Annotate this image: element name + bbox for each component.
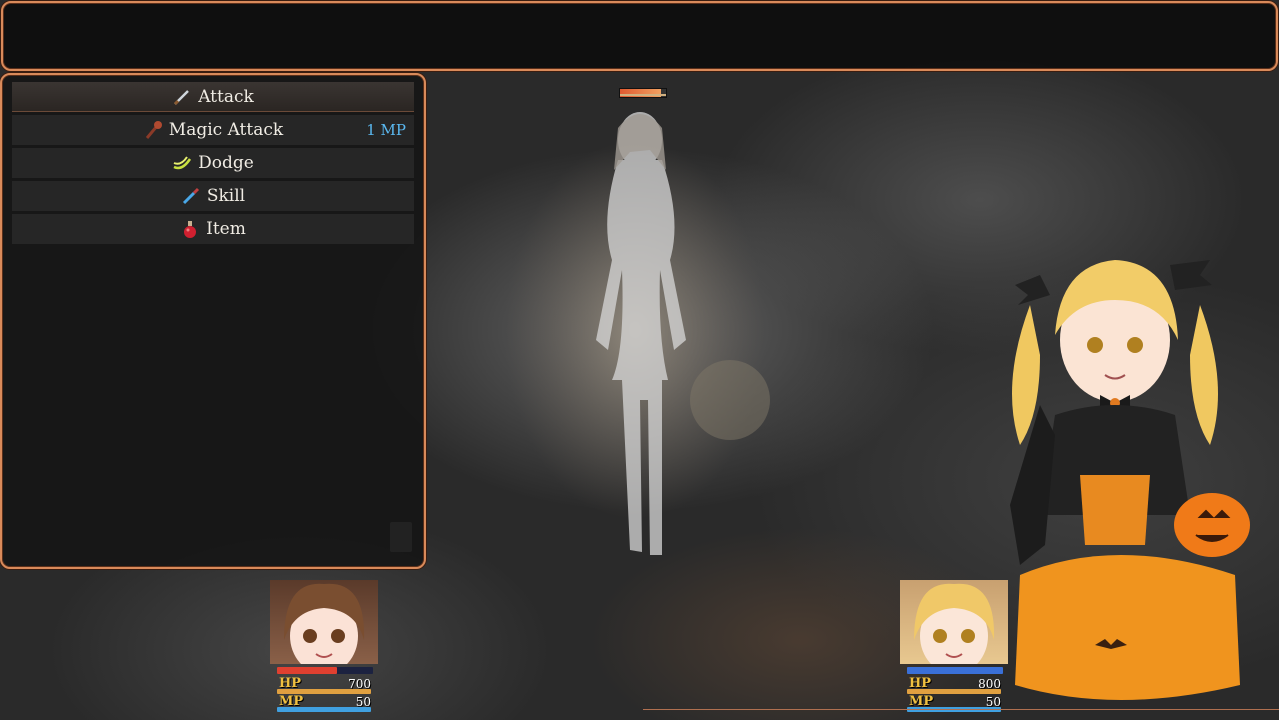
heroine-portrait xyxy=(1010,260,1250,700)
sword-icon xyxy=(174,90,190,106)
bat-wing-left xyxy=(1015,275,1050,305)
party-member-2-top-bar xyxy=(907,667,1003,674)
party-member-2-mp: 50 xyxy=(985,695,1001,709)
ghost-smoke-head xyxy=(690,360,770,440)
ghost-enemy-sprite[interactable] xyxy=(500,100,770,570)
command-skill-label: Skill xyxy=(206,186,246,206)
command-dodge[interactable]: Dodge xyxy=(12,148,414,178)
heroine-eye-left xyxy=(1087,337,1103,353)
brunette-portrait xyxy=(284,583,365,664)
red-potion-icon xyxy=(184,221,197,238)
bat-wing-right xyxy=(1170,260,1212,290)
blonde-portrait xyxy=(914,583,995,664)
party-member-1-top-bar xyxy=(277,667,373,674)
party-member-1-face xyxy=(270,580,378,664)
party-member-2-face xyxy=(900,580,1008,664)
party-member-2-hp: 800 xyxy=(978,677,1001,691)
hair-right-tail xyxy=(1190,305,1218,445)
command-magic-attack[interactable]: Magic Attack 1 MP xyxy=(12,115,414,145)
command-item[interactable]: Item xyxy=(12,214,414,244)
command-dodge-label: Dodge xyxy=(198,153,254,173)
heroine-corset xyxy=(1080,475,1150,545)
pumpkin-bucket xyxy=(1174,493,1250,557)
potion-dropper-icon xyxy=(182,187,199,205)
command-item-label: Item xyxy=(206,219,246,239)
command-skill[interactable]: Skill xyxy=(12,181,414,211)
scroll-indicator xyxy=(390,522,412,552)
wind-icon xyxy=(173,156,192,170)
enemy-hp-gauge xyxy=(619,88,667,98)
party-member-1-hp: 700 xyxy=(348,677,371,691)
party-member-1-mp: 50 xyxy=(355,695,371,709)
status-divider xyxy=(643,709,1279,710)
party-member-1-top-bar-fill xyxy=(277,667,337,674)
heroine-skirt xyxy=(1015,555,1240,700)
heroine-eye-right xyxy=(1127,337,1143,353)
mp-cost: 1 MP xyxy=(366,121,406,139)
enemy-gauge-underline xyxy=(620,94,666,96)
staff-icon xyxy=(145,121,162,139)
help-window xyxy=(1,1,1278,71)
command-attack[interactable]: Attack xyxy=(12,82,414,112)
command-attack-label: Attack xyxy=(198,87,254,107)
command-magic-attack-label: Magic Attack xyxy=(168,120,284,140)
